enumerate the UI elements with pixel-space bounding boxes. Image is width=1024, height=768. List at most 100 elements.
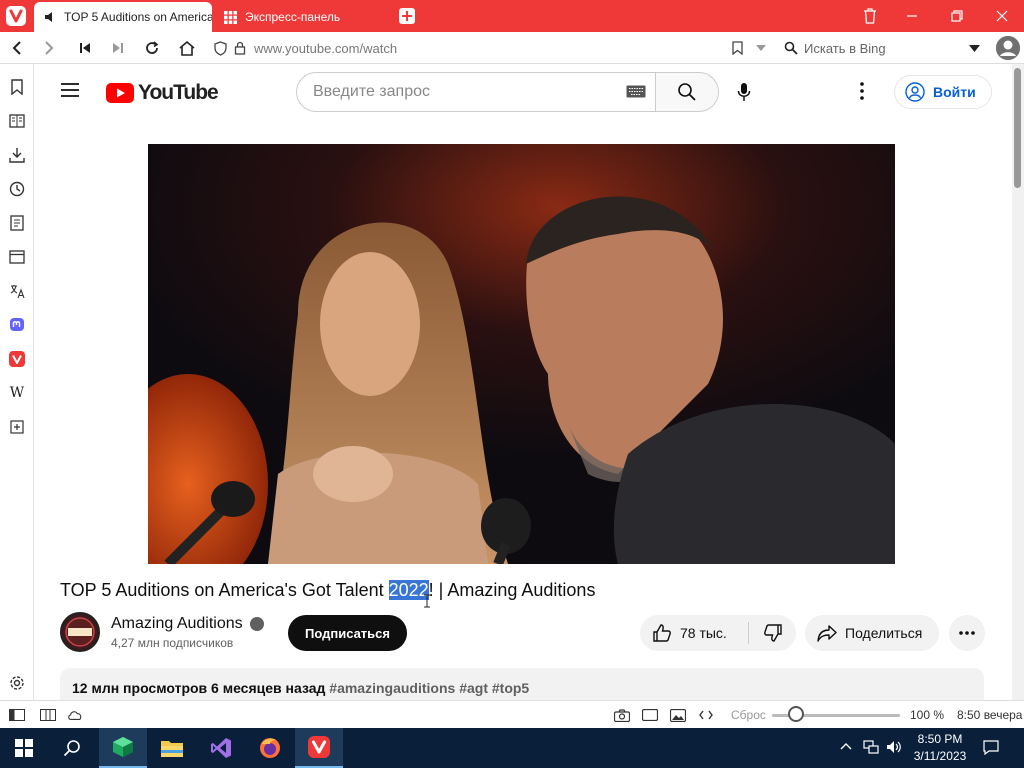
sign-in-label: Войти bbox=[933, 84, 976, 100]
settings-gear-icon[interactable] bbox=[7, 673, 27, 693]
youtube-logo-text: YouTube bbox=[138, 81, 219, 104]
tab-title: TOP 5 Auditions on America's Got Talent … bbox=[64, 10, 212, 24]
youtube-search-input[interactable]: Введите запрос bbox=[296, 72, 656, 112]
clock-text: 8:50 вечера bbox=[957, 708, 1023, 722]
grid-icon bbox=[224, 10, 237, 24]
taskbar-time: 8:50 PM bbox=[917, 732, 963, 746]
firefox-icon[interactable] bbox=[246, 728, 294, 768]
video-description[interactable]: 12 млн просмотров 6 месяцев назад #amazi… bbox=[60, 668, 984, 700]
tab-express-panel[interactable]: Экспресс-панель bbox=[214, 2, 392, 32]
share-button[interactable]: Поделиться bbox=[805, 615, 939, 651]
video-title-text: TOP 5 Auditions on America's Got Talent bbox=[60, 580, 389, 600]
text-cursor-icon bbox=[423, 594, 431, 608]
speaker-icon[interactable] bbox=[44, 11, 56, 23]
video-player[interactable] bbox=[148, 144, 895, 564]
sign-in-button[interactable]: Войти bbox=[894, 75, 992, 109]
notes-icon[interactable] bbox=[7, 213, 27, 233]
vivaldi-taskbar-icon[interactable] bbox=[295, 728, 343, 768]
windows-start-icon[interactable] bbox=[0, 728, 48, 768]
volume-icon[interactable] bbox=[886, 740, 902, 754]
minimize-button[interactable] bbox=[890, 0, 934, 32]
search-icon[interactable] bbox=[48, 728, 96, 768]
verified-badge-icon bbox=[249, 617, 264, 631]
hamburger-menu-icon[interactable] bbox=[60, 82, 80, 98]
tab-youtube[interactable]: TOP 5 Auditions on America's Got Talent … bbox=[34, 2, 212, 32]
reload-icon[interactable] bbox=[140, 36, 164, 60]
youtube-logo[interactable]: YouTube bbox=[106, 81, 219, 105]
like-button[interactable]: 78 тыс. bbox=[640, 615, 748, 651]
microphone-icon[interactable] bbox=[737, 82, 751, 102]
youtube-play-icon bbox=[106, 83, 134, 103]
bookmarks-panel-icon[interactable] bbox=[7, 77, 27, 97]
more-actions-button[interactable] bbox=[949, 615, 985, 651]
profile-avatar[interactable] bbox=[996, 36, 1020, 60]
url-field[interactable]: www.youtube.com/watch bbox=[254, 41, 397, 56]
taskbar-clock[interactable]: 8:50 PM 3/11/2023 bbox=[908, 731, 972, 765]
scrollbar-thumb[interactable] bbox=[1014, 68, 1021, 188]
like-count: 78 тыс. bbox=[680, 625, 727, 641]
close-button[interactable] bbox=[980, 0, 1024, 32]
side-panel: W bbox=[0, 64, 34, 700]
panel-toggle-icon[interactable] bbox=[9, 707, 25, 723]
thumbs-down-icon bbox=[763, 623, 783, 643]
zoom-reset-label[interactable]: Сброс bbox=[731, 708, 766, 722]
search-icon bbox=[784, 41, 798, 55]
more-horizontal-icon bbox=[959, 631, 975, 635]
cube-app-icon[interactable] bbox=[99, 728, 147, 768]
camera-icon[interactable] bbox=[614, 707, 630, 723]
status-bar: Сброс 100 % 8:50 вечера bbox=[0, 700, 1024, 728]
zoom-level[interactable]: 100 % bbox=[910, 708, 944, 722]
search-placeholder: Искать в Bing bbox=[804, 40, 886, 56]
fast-forward-icon[interactable] bbox=[106, 36, 130, 60]
dropdown-icon[interactable] bbox=[749, 36, 773, 60]
downloads-icon[interactable] bbox=[7, 145, 27, 165]
vivaldi-menu-icon[interactable] bbox=[6, 6, 26, 26]
trash-icon[interactable] bbox=[848, 0, 892, 32]
restore-button[interactable] bbox=[935, 0, 979, 32]
chevron-down-icon[interactable] bbox=[969, 45, 980, 52]
youtube-search-button[interactable] bbox=[655, 72, 719, 112]
back-button[interactable] bbox=[5, 36, 29, 60]
reading-list-icon[interactable] bbox=[7, 111, 27, 131]
wikipedia-icon[interactable]: W bbox=[7, 383, 27, 403]
video-title-text-end: ! | Amazing Auditions bbox=[428, 580, 596, 600]
rewind-icon[interactable] bbox=[73, 36, 97, 60]
window-panel-icon[interactable] bbox=[7, 247, 27, 267]
zoom-slider-thumb[interactable] bbox=[788, 706, 804, 722]
video-frame bbox=[148, 144, 895, 564]
visual-studio-icon[interactable] bbox=[197, 728, 245, 768]
account-icon bbox=[905, 82, 925, 102]
notifications-icon[interactable] bbox=[983, 740, 999, 755]
file-explorer-icon[interactable] bbox=[148, 728, 196, 768]
new-tab-button[interactable] bbox=[399, 8, 415, 24]
address-bar: www.youtube.com/watch Искать в Bing bbox=[0, 32, 1024, 64]
bookmark-icon[interactable] bbox=[725, 36, 749, 60]
channel-avatar[interactable] bbox=[60, 612, 100, 652]
cloud-sync-icon[interactable] bbox=[67, 707, 83, 723]
home-icon[interactable] bbox=[175, 36, 199, 60]
lock-icon[interactable] bbox=[228, 36, 252, 60]
add-panel-icon[interactable] bbox=[7, 417, 27, 437]
mastodon-icon[interactable] bbox=[7, 315, 27, 335]
image-icon[interactable] bbox=[670, 707, 686, 723]
share-label: Поделиться bbox=[845, 625, 923, 641]
history-icon[interactable] bbox=[7, 179, 27, 199]
keyboard-icon[interactable] bbox=[626, 85, 646, 98]
tab-tiling-icon[interactable] bbox=[40, 707, 56, 723]
translate-icon[interactable] bbox=[7, 281, 27, 301]
subscribe-button[interactable]: Подписаться bbox=[288, 615, 407, 651]
network-icon[interactable] bbox=[863, 740, 879, 754]
forward-button[interactable] bbox=[37, 36, 61, 60]
more-options-icon[interactable] bbox=[860, 82, 864, 100]
hashtags[interactable]: #amazingauditions #agt #top5 bbox=[329, 680, 529, 696]
search-placeholder: Введите запрос bbox=[313, 83, 430, 100]
page-tiling-icon[interactable] bbox=[642, 707, 658, 723]
vivaldi-icon[interactable] bbox=[7, 349, 27, 369]
subscriber-count: 4,27 млн подписчиков bbox=[111, 636, 234, 650]
code-icon[interactable] bbox=[698, 707, 714, 723]
chevron-up-icon[interactable] bbox=[840, 742, 852, 750]
like-dislike-group: 78 тыс. bbox=[640, 615, 796, 651]
search-engine-field[interactable]: Искать в Bing bbox=[778, 36, 988, 60]
dislike-button[interactable] bbox=[750, 615, 796, 651]
channel-name[interactable]: Amazing Auditions bbox=[111, 615, 264, 633]
